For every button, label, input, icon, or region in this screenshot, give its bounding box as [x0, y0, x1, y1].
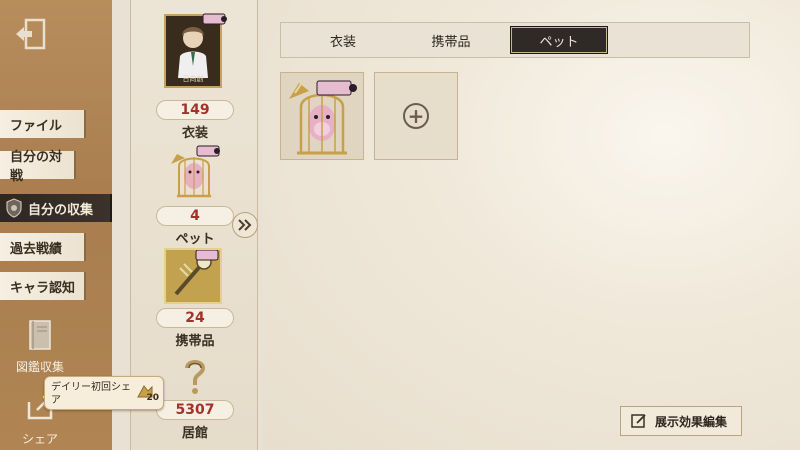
tab-pet-label: ペット — [539, 34, 579, 50]
danganronpa-badge-icon — [316, 80, 357, 96]
book-icon — [21, 316, 59, 354]
costume-portrait[interactable]: 日向創 — [164, 13, 227, 88]
category-tabs: 衣装 携帯品 ペット — [280, 22, 750, 58]
reward-amount: 20 — [146, 393, 159, 403]
nav-character-recognition[interactable]: キャラ認知 — [0, 272, 86, 300]
question-mark-icon — [185, 360, 206, 394]
stat-accessory-label: 携帯品 — [175, 334, 215, 349]
caged-pet-icon — [289, 80, 357, 155]
main-display-area — [262, 0, 800, 450]
tab-costume[interactable]: 衣装 — [295, 27, 391, 53]
edit-display-effect-button[interactable]: 展示効果編集 — [620, 406, 742, 436]
edit-display-effect-label: 展示効果編集 — [655, 414, 728, 429]
tab-costume-label: 衣装 — [329, 34, 356, 50]
add-pet-slot[interactable]: + — [374, 72, 458, 160]
encyclopedia-label: 図鑑収集 — [15, 360, 64, 374]
nav-past-records[interactable]: 過去戦績 — [0, 233, 86, 261]
accessory-thumbnail[interactable] — [164, 248, 222, 304]
portrait-name: 日向創 — [182, 75, 204, 83]
stat-costume-value: 149 — [156, 100, 234, 120]
stat-accessory-value: 24 — [156, 308, 234, 328]
residence-thumbnail[interactable] — [175, 354, 215, 396]
nav-past-records-label: 過去戦績 — [10, 241, 63, 257]
nav-my-collection[interactable]: 自分の収集 — [0, 194, 112, 222]
share-label: シェア — [21, 432, 58, 446]
stat-residence-value: 5307 — [156, 400, 234, 420]
shield-icon — [4, 198, 24, 218]
nav-file[interactable]: ファイル — [0, 110, 86, 138]
pet-slot[interactable] — [280, 72, 364, 160]
accessory-item-icon — [166, 249, 220, 302]
double-chevron-right-icon — [238, 219, 252, 231]
stat-pet-label: ペット — [175, 232, 215, 247]
expand-panel-button[interactable] — [232, 212, 258, 238]
nav-file-label: ファイル — [10, 118, 63, 134]
daily-share-tooltip: デイリー初回シェア 20 — [44, 376, 164, 410]
stat-costume: 149 衣装 — [131, 100, 259, 141]
stat-residence-label: 居館 — [181, 426, 208, 441]
tab-accessory[interactable]: 携帯品 — [403, 27, 499, 53]
stat-accessory: 24 携帯品 — [131, 308, 259, 349]
nav-my-battles-label: 自分の対戦 — [10, 150, 63, 184]
danganronpa-badge-icon — [202, 13, 227, 25]
daily-share-text: デイリー初回シェア — [51, 382, 131, 406]
stat-costume-label: 衣装 — [181, 126, 208, 141]
nav-my-battles[interactable]: 自分の対戦 — [0, 150, 76, 184]
plus-icon: + — [403, 103, 429, 129]
stat-pet-value: 4 — [156, 206, 234, 226]
reward-coin-icon: 20 — [135, 383, 159, 405]
edit-icon — [631, 413, 647, 429]
exit-icon[interactable] — [12, 14, 52, 54]
pet-thumbnail[interactable] — [165, 144, 223, 202]
nav-my-collection-label: 自分の収集 — [28, 202, 94, 218]
nav-character-recognition-label: キャラ認知 — [10, 280, 76, 296]
tab-pet[interactable]: ペット — [510, 26, 608, 54]
caged-pet-icon — [171, 145, 220, 198]
tab-accessory-label: 携帯品 — [431, 34, 471, 50]
encyclopedia-link[interactable]: 図鑑収集 — [0, 316, 80, 375]
